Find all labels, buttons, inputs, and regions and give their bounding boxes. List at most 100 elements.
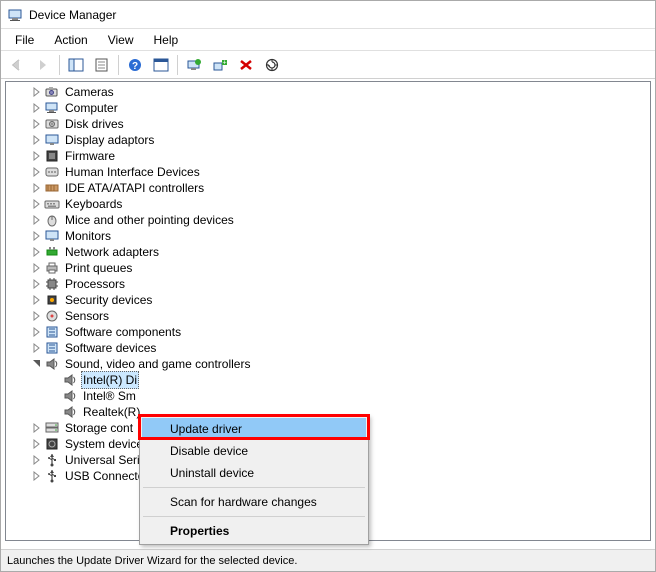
expand-icon[interactable] (30, 229, 44, 243)
menu-file[interactable]: File (5, 31, 44, 49)
help-button[interactable]: ? (123, 54, 147, 76)
expand-icon[interactable] (30, 309, 44, 323)
expander-none (48, 389, 62, 403)
tree-node-label: USB Connecto (63, 468, 146, 484)
tree-node[interactable]: Intel® Sm (6, 388, 650, 404)
properties-button[interactable] (90, 54, 114, 76)
tree-node-label: Processors (63, 276, 127, 292)
expand-icon[interactable] (30, 421, 44, 435)
sound-icon (62, 404, 78, 420)
tree-node[interactable]: Keyboards (6, 196, 650, 212)
expand-icon[interactable] (30, 213, 44, 227)
tree-node[interactable]: Network adapters (6, 244, 650, 260)
ctx-label: Disable device (170, 444, 248, 458)
back-button[interactable] (5, 54, 29, 76)
tree-node-label: Monitors (63, 228, 113, 244)
tree-node-label: Computer (63, 100, 120, 116)
expand-icon[interactable] (30, 181, 44, 195)
tree-node[interactable]: Disk drives (6, 116, 650, 132)
printer-icon (44, 260, 60, 276)
sound-icon (44, 356, 60, 372)
ctx-separator (143, 516, 365, 517)
tree-node-label: System device (63, 436, 145, 452)
toolbar: ? + (1, 51, 655, 79)
tree-node-label: Security devices (63, 292, 154, 308)
hid-icon (44, 164, 60, 180)
tree-node-label: Human Interface Devices (63, 164, 202, 180)
tree-node[interactable]: Cameras (6, 84, 650, 100)
cpu-icon (44, 276, 60, 292)
sound-icon (62, 372, 78, 388)
ctx-disable-device[interactable]: Disable device (142, 440, 366, 462)
tree-node[interactable]: Processors (6, 276, 650, 292)
expand-icon[interactable] (30, 437, 44, 451)
tree-node-label: Network adapters (63, 244, 161, 260)
app-icon (7, 7, 23, 23)
tree-node-label: Cameras (63, 84, 116, 100)
expand-icon[interactable] (30, 85, 44, 99)
title-bar: Device Manager (1, 1, 655, 29)
expand-icon[interactable] (30, 277, 44, 291)
expand-icon[interactable] (30, 453, 44, 467)
tree-node[interactable]: Firmware (6, 148, 650, 164)
ctx-label: Properties (170, 524, 229, 538)
monitor-icon (44, 228, 60, 244)
show-hide-console-tree-button[interactable] (64, 54, 88, 76)
add-legacy-hardware-button[interactable]: + (208, 54, 232, 76)
firmware-icon (44, 148, 60, 164)
expand-icon[interactable] (30, 293, 44, 307)
display-icon (44, 132, 60, 148)
expand-icon[interactable] (30, 149, 44, 163)
ctx-label: Scan for hardware changes (170, 495, 317, 509)
tree-node[interactable]: Human Interface Devices (6, 164, 650, 180)
usb-icon (44, 452, 60, 468)
ctx-update-driver[interactable]: Update driver (142, 418, 366, 440)
tree-node[interactable]: Sound, video and game controllers (6, 356, 650, 372)
expand-icon[interactable] (30, 165, 44, 179)
tree-node[interactable]: Security devices (6, 292, 650, 308)
collapse-icon[interactable] (30, 357, 44, 371)
expand-icon[interactable] (30, 133, 44, 147)
status-bar: Launches the Update Driver Wizard for th… (1, 549, 655, 571)
expand-icon[interactable] (30, 325, 44, 339)
tree-node[interactable]: Software devices (6, 340, 650, 356)
update-driver-button[interactable] (182, 54, 206, 76)
tree-node[interactable]: Monitors (6, 228, 650, 244)
software-icon (44, 324, 60, 340)
tree-node-label: Firmware (63, 148, 117, 164)
menu-help[interactable]: Help (144, 31, 189, 49)
software-icon (44, 340, 60, 356)
system-icon (44, 436, 60, 452)
ctx-uninstall-device[interactable]: Uninstall device (142, 462, 366, 484)
ctx-properties[interactable]: Properties (142, 520, 366, 542)
menu-action[interactable]: Action (44, 31, 97, 49)
computer-icon (44, 100, 60, 116)
tree-node[interactable]: Sensors (6, 308, 650, 324)
expand-icon[interactable] (30, 261, 44, 275)
expand-icon[interactable] (30, 117, 44, 131)
expand-icon[interactable] (30, 197, 44, 211)
window-title: Device Manager (29, 8, 116, 22)
ctx-scan-hardware[interactable]: Scan for hardware changes (142, 491, 366, 513)
expand-icon[interactable] (30, 341, 44, 355)
uninstall-device-button[interactable] (234, 54, 258, 76)
sound-icon (62, 388, 78, 404)
keyboard-icon (44, 196, 60, 212)
tree-node[interactable]: Display adaptors (6, 132, 650, 148)
tree-node[interactable]: IDE ATA/ATAPI controllers (6, 180, 650, 196)
toolbar-separator (177, 55, 178, 75)
expand-icon[interactable] (30, 245, 44, 259)
svg-text:?: ? (132, 61, 138, 72)
scan-hardware-button[interactable] (260, 54, 284, 76)
forward-button[interactable] (31, 54, 55, 76)
expand-icon[interactable] (30, 101, 44, 115)
tree-node-label: Software components (63, 324, 183, 340)
tree-node[interactable]: Print queues (6, 260, 650, 276)
action-button[interactable] (149, 54, 173, 76)
tree-node[interactable]: Software components (6, 324, 650, 340)
tree-node[interactable]: Mice and other pointing devices (6, 212, 650, 228)
menu-view[interactable]: View (98, 31, 144, 49)
expand-icon[interactable] (30, 469, 44, 483)
tree-node[interactable]: Intel(R) Di (6, 372, 650, 388)
tree-node[interactable]: Computer (6, 100, 650, 116)
